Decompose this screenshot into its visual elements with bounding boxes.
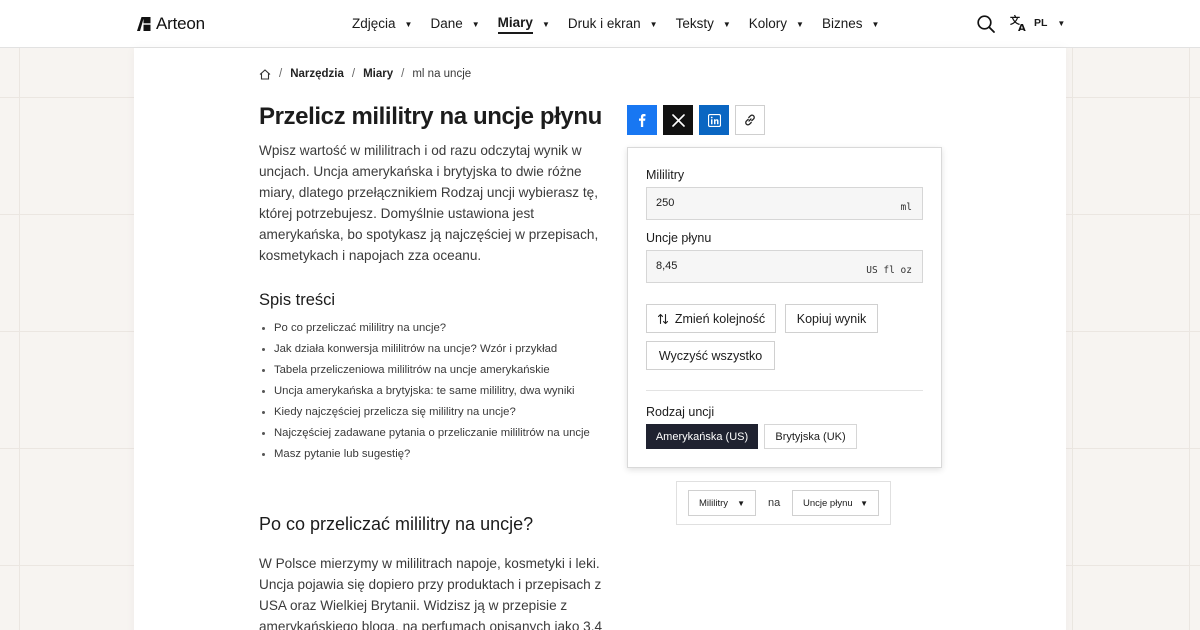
nav-item-miary[interactable]: Miary ▼ [497, 15, 550, 34]
language-code: PL [1034, 17, 1048, 29]
unit-type-label: Rodzaj uncji [646, 405, 715, 419]
breadcrumb-item-narzedzia[interactable]: Narzędzia [290, 68, 344, 80]
breadcrumb-item-miary[interactable]: Miary [363, 68, 393, 80]
linkedin-icon[interactable] [699, 105, 729, 135]
translate-icon: 文 A [1010, 14, 1026, 32]
language-switcher[interactable]: 文 A PL ▼ [1010, 14, 1065, 32]
unit-selector: Mililitry ▼ na Uncje płynu ▼ [676, 481, 891, 525]
facebook-icon[interactable] [627, 105, 657, 135]
from-unit-value: Mililitry [699, 497, 729, 509]
nav-item-label: Kolory [748, 15, 788, 31]
section-title: Po co przeliczać mililitry na uncje? [259, 514, 534, 534]
nav-item-zdjecia[interactable]: Zdjęcia ▼ [352, 16, 412, 33]
toc-item[interactable]: Tabela przeliczeniowa mililitrów na uncj… [259, 360, 590, 381]
intro-paragraph: Wpisz wartość w mililitrach i od razu od… [259, 143, 599, 263]
toc-list: Po co przeliczać mililitry na uncje? Jak… [259, 318, 590, 465]
ml-unit: ml [900, 202, 912, 213]
nav-item-biznes[interactable]: Biznes ▼ [822, 16, 879, 33]
nav-item-label: Biznes [821, 15, 863, 31]
nav-item-label: Miary [497, 15, 533, 34]
clear-all-button[interactable]: Wyczyść wszystko [646, 341, 775, 370]
home-icon[interactable] [259, 68, 271, 80]
section-paragraph: W Polsce mierzymy w mililitrach napoje, … [259, 556, 603, 630]
to-unit-value: Uncje płynu [803, 497, 853, 509]
breadcrumb-separator: / [401, 68, 405, 80]
oz-unit: US fl oz [866, 265, 912, 276]
oz-field-label: Uncje płynu [646, 231, 712, 245]
caret-down-icon: ▼ [541, 19, 550, 29]
caret-down-icon: ▼ [737, 498, 745, 508]
breadcrumb-separator: / [279, 68, 283, 80]
converter-panel: Mililitry ml Uncje płynu US fl oz Zmień … [627, 147, 942, 468]
oz-field: US fl oz [646, 250, 923, 283]
breadcrumb-separator: / [351, 68, 356, 80]
toc-item[interactable]: Uncja amerykańska a brytyjska: te same m… [259, 381, 590, 402]
nav-item-label: Teksty [675, 15, 714, 31]
ml-field-label: Mililitry [646, 168, 685, 182]
swap-icon [657, 313, 668, 324]
unit-type-uk[interactable]: Brytyjska (UK) [764, 424, 857, 449]
breadcrumb: / Narzędzia / Miary / ml na uncje [259, 68, 471, 80]
toc-title: Spis treści [259, 291, 336, 309]
logo[interactable]: Arteon [136, 14, 205, 34]
toc-item[interactable]: Jak działa konwersja mililitrów na uncje… [259, 339, 590, 360]
nav-item-dane[interactable]: Dane ▼ [430, 16, 479, 33]
caret-down-icon: ▼ [1057, 18, 1066, 28]
caret-down-icon: ▼ [860, 498, 868, 508]
nav-item-teksty[interactable]: Teksty ▼ [676, 16, 731, 33]
breadcrumb-current: ml na uncje [412, 68, 472, 80]
clear-button-label: Wyczyść wszystko [658, 348, 763, 363]
toc-item[interactable]: Masz pytanie lub sugestię? [259, 444, 590, 465]
svg-text:A: A [1018, 23, 1026, 32]
unit-type-us[interactable]: Amerykańska (US) [646, 424, 758, 449]
toc-item[interactable]: Najczęściej zadawane pytania o przelicza… [259, 423, 590, 444]
toc-item[interactable]: Kiedy najczęściej przelicza się mililitr… [259, 402, 590, 423]
nav-item-label: Dane [430, 15, 463, 31]
caret-down-icon: ▼ [404, 19, 413, 29]
logo-mark-icon [137, 17, 151, 31]
caret-down-icon: ▼ [471, 19, 480, 29]
share-buttons [627, 105, 765, 135]
nav-item-label: Zdjęcia [352, 15, 396, 31]
from-unit-select[interactable]: Mililitry ▼ [688, 490, 756, 516]
logo-text: Arteon [156, 14, 205, 33]
x-icon[interactable] [663, 105, 693, 135]
copy-result-button[interactable]: Kopiuj wynik [785, 304, 878, 333]
page-title: Przelicz mililitry na uncje płynu [259, 103, 602, 130]
search-icon[interactable] [976, 14, 996, 34]
to-unit-select[interactable]: Uncje płynu ▼ [792, 490, 879, 516]
swap-button-label: Zmień kolejność [674, 311, 766, 326]
top-header: Arteon Zdjęcia ▼ Dane ▼ Miary ▼ Druk i e… [0, 0, 1200, 48]
toc-item[interactable]: Po co przeliczać mililitry na uncje? [259, 318, 590, 339]
main-nav: Zdjęcia ▼ Dane ▼ Miary ▼ Druk i ekran ▼ … [352, 0, 897, 48]
unit-connector: na [768, 497, 781, 509]
swap-button[interactable]: Zmień kolejność [646, 304, 776, 333]
divider [646, 390, 923, 391]
caret-down-icon: ▼ [871, 19, 880, 29]
ml-field: ml [646, 187, 923, 220]
caret-down-icon: ▼ [796, 19, 804, 29]
nav-item-kolory[interactable]: Kolory ▼ [749, 16, 804, 33]
caret-down-icon: ▼ [722, 19, 731, 29]
link-icon[interactable] [735, 105, 765, 135]
caret-down-icon: ▼ [649, 19, 658, 29]
content-card: / Narzędzia / Miary / ml na uncje Przeli… [134, 48, 1066, 630]
nav-item-label: Druk i ekran [567, 15, 641, 31]
nav-item-druk-i-ekran[interactable]: Druk i ekran ▼ [568, 16, 658, 33]
copy-button-label: Kopiuj wynik [796, 311, 867, 326]
ml-input[interactable] [647, 188, 922, 219]
